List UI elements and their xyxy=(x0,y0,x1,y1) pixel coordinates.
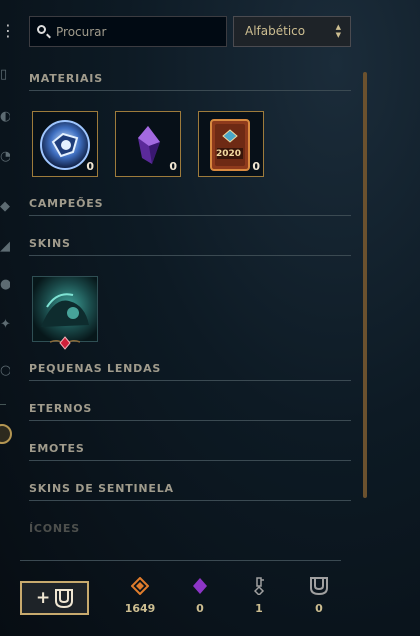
skin-tile[interactable] xyxy=(32,276,98,342)
section-header-campeoes[interactable]: CAMPEÕES xyxy=(29,197,351,216)
sort-dropdown[interactable]: Alfabético ▲ ▼ xyxy=(233,16,351,47)
sort-dropdown-label: Alfabético xyxy=(245,24,306,38)
section-header-skins-sentinela[interactable]: SKINS DE SENTINELA xyxy=(29,482,351,501)
section-title: CAMPEÕES xyxy=(29,197,104,210)
leaf-icon[interactable]: ✦ xyxy=(0,316,10,334)
material-tile-card-2020[interactable]: 2020 0 xyxy=(198,111,264,177)
currency-value: 1 xyxy=(255,602,263,615)
section-title: SKINS xyxy=(29,237,71,250)
mask-icon[interactable]: ◔ xyxy=(0,148,10,166)
helmet-icon[interactable]: ◐ xyxy=(0,108,10,126)
section-header-pequenas-lendas[interactable]: PEQUENAS LENDAS xyxy=(29,362,351,381)
section-title: PEQUENAS LENDAS xyxy=(29,362,162,375)
card-year-text: 2020 xyxy=(216,149,242,159)
search-icon xyxy=(37,25,46,34)
orange-essence-icon xyxy=(131,577,149,595)
material-count: 0 xyxy=(86,160,94,173)
footer-divider xyxy=(20,560,341,561)
sidebar-divider xyxy=(0,404,6,405)
currency-value: 1649 xyxy=(124,602,156,615)
currency-value: 0 xyxy=(315,602,323,615)
section-title: SKINS DE SENTINELA xyxy=(29,482,174,495)
section-title: ÍCONES xyxy=(29,522,80,535)
sword-icon[interactable]: ◢ xyxy=(0,238,10,256)
plus-icon: + xyxy=(36,588,51,608)
section-header-skins[interactable]: SKINS xyxy=(29,237,351,256)
search-input[interactable] xyxy=(56,17,221,46)
emote-ring-icon[interactable] xyxy=(0,424,12,444)
material-tile-token[interactable]: 0 xyxy=(32,111,98,177)
section-header-icones[interactable]: ÍCONES xyxy=(29,522,351,540)
section-header-emotes[interactable]: EMOTES xyxy=(29,442,351,461)
scrollbar[interactable] xyxy=(363,72,367,498)
search-box[interactable] xyxy=(29,16,227,47)
chest-icon xyxy=(310,577,328,595)
chevron-updown-icon: ▲ ▼ xyxy=(335,23,341,39)
material-count: 0 xyxy=(169,160,177,173)
face-icon[interactable]: ● xyxy=(0,276,10,294)
add-chest-button[interactable]: + xyxy=(20,581,89,615)
currency-keys: 1 xyxy=(237,577,281,615)
mythic-essence-icon xyxy=(193,578,207,594)
rarity-gem-icon xyxy=(50,336,80,350)
section-title: ETERNOS xyxy=(29,402,93,415)
section-title: MATERIAIS xyxy=(29,72,103,85)
currency-mythic-essence: 0 xyxy=(178,577,222,615)
chest-icon xyxy=(55,589,73,608)
currency-chests: 0 xyxy=(297,577,341,615)
currency-value: 0 xyxy=(196,602,204,615)
material-tile-gem[interactable]: 0 xyxy=(115,111,181,177)
section-header-materiais[interactable]: MATERIAIS xyxy=(29,72,351,91)
material-count: 0 xyxy=(252,160,260,173)
circle-icon[interactable]: ○ xyxy=(0,362,10,380)
more-options-icon[interactable]: ⋮ xyxy=(0,22,10,40)
section-header-eternos[interactable]: ETERNOS xyxy=(29,402,351,421)
document-icon[interactable]: ▯ xyxy=(0,66,10,84)
key-icon xyxy=(253,577,265,595)
section-title: EMOTES xyxy=(29,442,85,455)
currency-orange-essence: 1649 xyxy=(118,577,162,615)
left-sidebar: ⋮ ▯ ◐ ◔ ◆ ◢ ● ✦ ○ xyxy=(0,0,14,636)
skin-art-image xyxy=(33,277,97,341)
ward-icon[interactable]: ◆ xyxy=(0,198,10,216)
